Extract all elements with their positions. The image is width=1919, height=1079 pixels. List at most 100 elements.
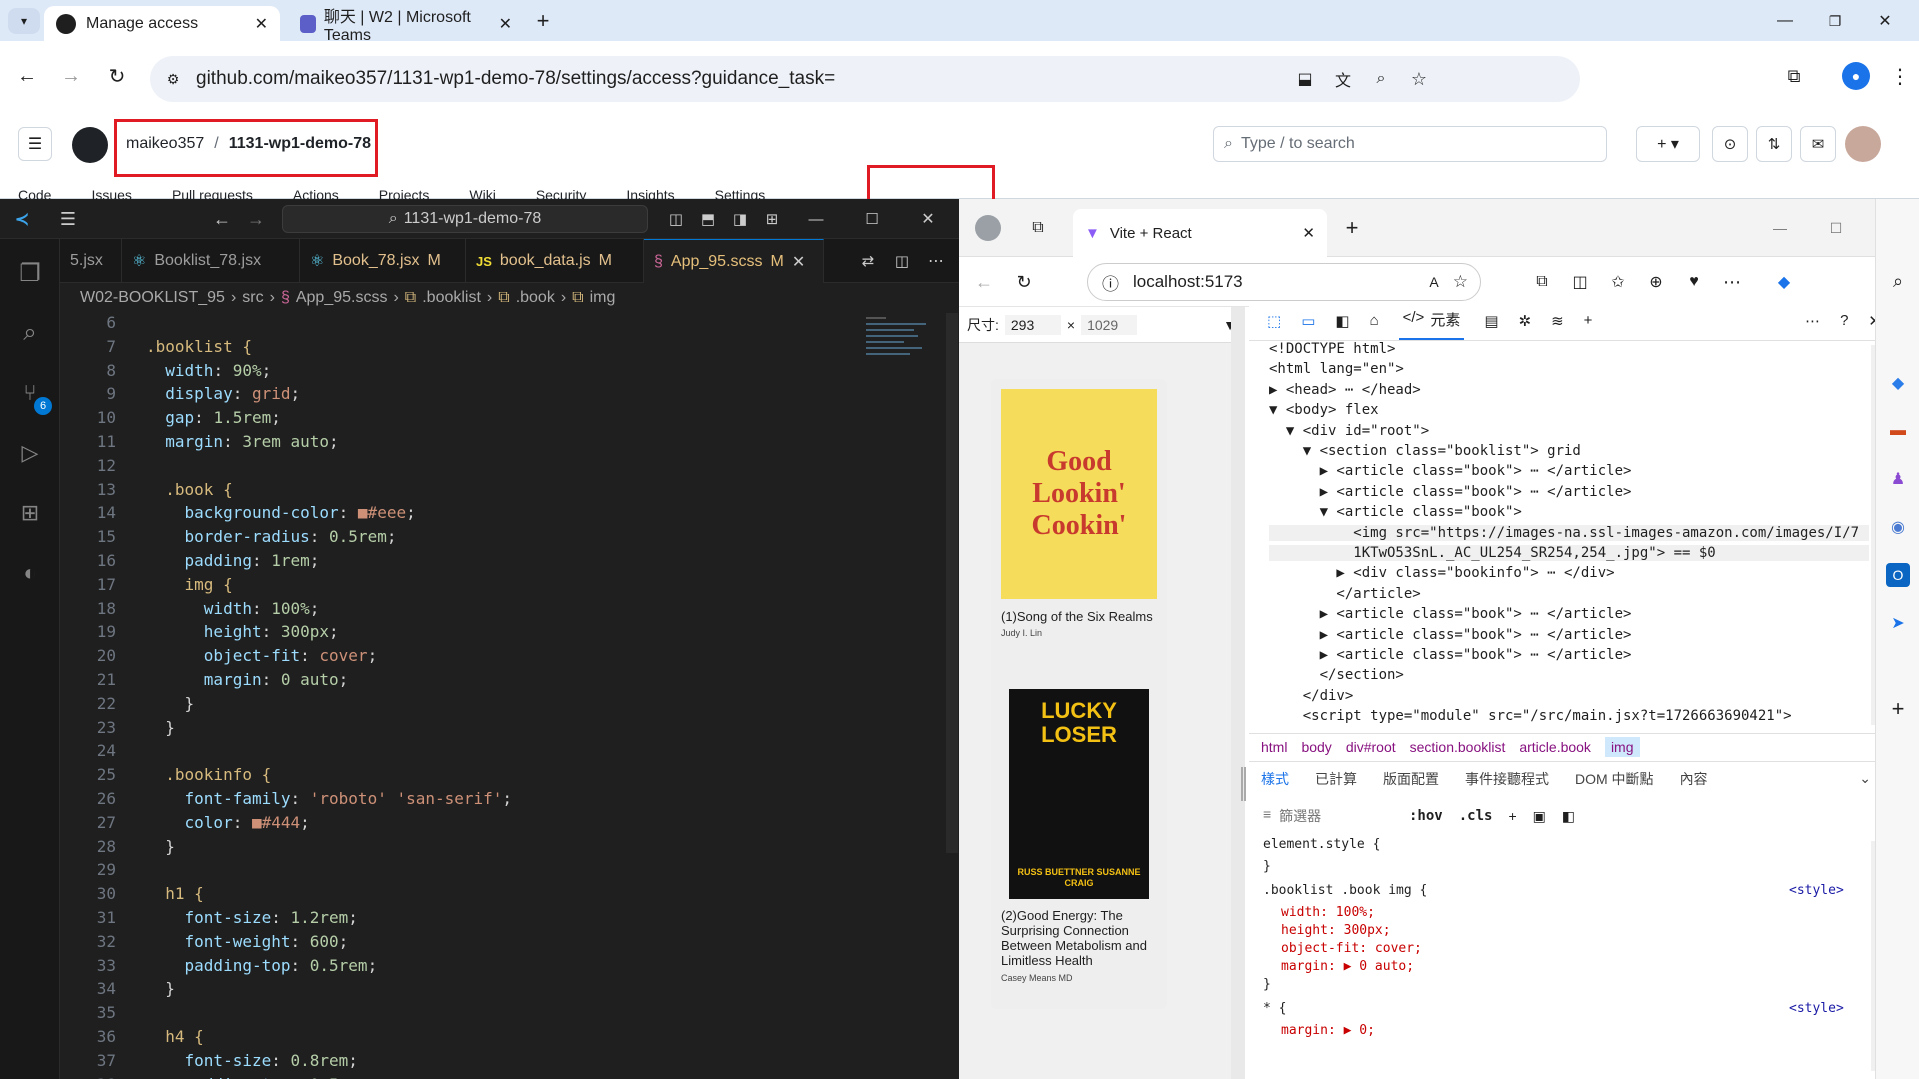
dom-node-line[interactable]: ▶ <div class="bookinfo"> ⋯ </div> xyxy=(1269,565,1614,581)
settings-more-icon[interactable]: ⋯ xyxy=(1719,269,1745,295)
search-icon[interactable]: ⌕ xyxy=(14,317,46,349)
dom-node-line[interactable]: ▶ <article class="book"> ⋯ </article> xyxy=(1269,463,1632,479)
zoom-icon[interactable]: ⌕ xyxy=(1368,66,1394,92)
close-tab-icon[interactable]: ✕ xyxy=(499,14,512,34)
code-editor[interactable]: 6 7 .booklist {8 width: 90%; 9 display: gri… xyxy=(60,313,940,1079)
style-rule-text[interactable]: } xyxy=(1263,859,1271,874)
customize-layout-icon[interactable]: ⊞ xyxy=(760,207,784,231)
style-rule-text[interactable]: object-fit: cover; xyxy=(1281,941,1422,956)
breadcrumb-item[interactable]: W02-BOOKLIST_95 xyxy=(80,289,225,307)
path-item[interactable]: article.book xyxy=(1519,739,1591,755)
nav-projects[interactable]: Projects xyxy=(379,187,430,199)
edge-address-bar[interactable]: ⓘ localhost:5173 A ☆ xyxy=(1087,263,1481,301)
device-emulation-icon[interactable]: ▭ xyxy=(1301,312,1315,330)
style-source-link[interactable]: <style> xyxy=(1789,1001,1844,1016)
dom-node-line[interactable]: ▶ <article class="book"> ⋯ </article> xyxy=(1269,484,1632,500)
command-center-search[interactable]: ⌕ 1131-wp1-demo-78 xyxy=(282,205,648,233)
code-line[interactable]: border-radius: 0.5rem; xyxy=(146,527,397,546)
editor-scrollbar[interactable] xyxy=(946,313,958,853)
favorite-star-icon[interactable]: ☆ xyxy=(1453,272,1468,292)
create-new-button[interactable]: + ▾ xyxy=(1636,126,1700,162)
dom-node-line[interactable]: ▼ <body> flex xyxy=(1269,402,1379,418)
dom-node-line[interactable]: ▼ <div id="root"> xyxy=(1269,423,1429,439)
tab-elements[interactable]: </> 元素 xyxy=(1398,301,1465,340)
maximize-icon[interactable]: ☐ xyxy=(860,207,884,231)
back-icon[interactable]: ← xyxy=(14,63,40,89)
inbox-icon[interactable]: ✉ xyxy=(1800,126,1836,162)
install-app-icon[interactable]: ⬓ xyxy=(1292,66,1318,92)
hamburger-menu-icon[interactable]: ☰ xyxy=(18,127,52,161)
help-icon[interactable]: ? xyxy=(1840,312,1848,329)
style-rule-text[interactable]: element.style { xyxy=(1263,837,1380,852)
code-line[interactable]: width: 100%; xyxy=(146,599,320,618)
run-debug-icon[interactable]: ▷ xyxy=(14,437,46,469)
translate-icon[interactable]: 文 xyxy=(1330,66,1356,92)
style-rule-text[interactable]: margin: ▶ 0; xyxy=(1281,1023,1375,1038)
dom-node-line[interactable]: <!DOCTYPE html> xyxy=(1269,341,1395,357)
outlook-icon[interactable]: O xyxy=(1886,563,1910,587)
code-line[interactable]: } xyxy=(146,979,175,998)
code-line[interactable]: display: grid; xyxy=(146,384,300,403)
dom-node-line[interactable]: <img src="https://images-na.ssl-images-a… xyxy=(1269,524,1869,541)
code-line[interactable]: color: ■#444; xyxy=(146,813,310,832)
minimize-icon[interactable]: — xyxy=(1767,215,1793,241)
preview-scrollbar[interactable] xyxy=(1231,307,1245,1079)
path-item[interactable]: body xyxy=(1301,739,1331,755)
forward-icon[interactable]: → xyxy=(58,63,84,89)
toggle-panel-icon[interactable]: ⬒ xyxy=(696,207,720,231)
tab-event-listeners[interactable]: 事件接聽程式 xyxy=(1465,769,1549,789)
style-source-link[interactable]: <style> xyxy=(1789,883,1844,898)
style-rule-text[interactable]: height: 300px; xyxy=(1281,923,1391,938)
dom-node-line[interactable]: ▼ <section class="booklist"> grid xyxy=(1269,443,1581,459)
breadcrumb-item[interactable]: img xyxy=(590,289,616,307)
copilot-icon[interactable]: ◆ xyxy=(1771,269,1797,295)
code-line[interactable]: .booklist { xyxy=(146,337,252,356)
new-rule-icon[interactable]: + xyxy=(1508,808,1516,824)
code-line[interactable]: img { xyxy=(146,575,233,594)
code-line[interactable]: padding-top: 0.5rem; xyxy=(146,1075,378,1079)
height-input[interactable]: 1029 xyxy=(1081,314,1138,335)
chevron-down-icon[interactable]: ⌄ xyxy=(1859,770,1871,787)
new-tab-icon[interactable]: + xyxy=(1339,215,1365,241)
tab-computed[interactable]: 已計算 xyxy=(1315,769,1357,789)
tab-teams[interactable]: 聊天 | W2 | Microsoft Teams ✕ xyxy=(288,6,524,44)
extensions-icon[interactable]: ⧉ xyxy=(1529,269,1555,295)
nav-issues[interactable]: Issues xyxy=(91,187,131,199)
microsoft365-icon[interactable]: ◉ xyxy=(1886,515,1910,539)
close-window-icon[interactable]: ✕ xyxy=(1870,8,1900,34)
editor-tab[interactable]: ⚛ Booklist_78.jsx xyxy=(122,239,300,283)
profile-avatar-icon[interactable]: ● xyxy=(1842,62,1870,90)
bookmark-star-icon[interactable]: ☆ xyxy=(1406,66,1432,92)
nav-insights[interactable]: Insights xyxy=(626,187,674,199)
welcome-home-icon[interactable]: ⌂ xyxy=(1370,312,1379,329)
nav-settings[interactable]: Settings xyxy=(715,187,766,199)
close-tab-icon[interactable]: ✕ xyxy=(1302,224,1315,242)
edge-tab-vite[interactable]: ▼ Vite + React ✕ xyxy=(1073,209,1327,257)
extensions-icon[interactable]: ⊞ xyxy=(14,497,46,529)
nav-code[interactable]: Code xyxy=(18,187,51,199)
browser-essentials-icon[interactable]: ♥ xyxy=(1681,269,1707,295)
tab-actions-icon[interactable]: ⧉ xyxy=(1025,215,1051,241)
style-rule-text[interactable]: .booklist .book img { xyxy=(1263,883,1427,898)
code-line[interactable]: h4 { xyxy=(146,1027,204,1046)
breadcrumb-item[interactable]: App_95.scss xyxy=(296,289,388,307)
dom-node-line[interactable]: </article> xyxy=(1269,586,1420,602)
dom-node-line[interactable]: <html lang="en"> xyxy=(1269,361,1404,377)
games-icon[interactable]: ♟ xyxy=(1886,467,1910,491)
more-tools-icon[interactable]: + xyxy=(1584,312,1593,329)
sidebar-toggle-icon[interactable]: ◧ xyxy=(1562,808,1575,825)
code-line[interactable]: padding-top: 0.5rem; xyxy=(146,956,378,975)
code-line[interactable]: .book { xyxy=(146,480,232,499)
code-line[interactable]: font-size: 1.2rem; xyxy=(146,908,358,927)
hov-toggle[interactable]: :hov xyxy=(1409,808,1443,824)
more-options-icon[interactable]: ⋯ xyxy=(1805,312,1820,330)
code-line[interactable]: height: 300px; xyxy=(146,622,339,641)
favorites-icon[interactable]: ✩ xyxy=(1605,269,1631,295)
toggle-secondary-sidebar-icon[interactable]: ◨ xyxy=(728,207,752,231)
editor-tab[interactable]: JS book_data.js M xyxy=(466,239,644,283)
styles-filter-input[interactable]: ≡ 篩選器 xyxy=(1263,806,1393,826)
refresh-icon[interactable]: ↻ xyxy=(1011,269,1037,295)
nav-back-icon[interactable]: ← xyxy=(210,207,234,231)
dock-icon[interactable]: ◧ xyxy=(1335,312,1349,330)
code-line[interactable]: h1 { xyxy=(146,884,204,903)
